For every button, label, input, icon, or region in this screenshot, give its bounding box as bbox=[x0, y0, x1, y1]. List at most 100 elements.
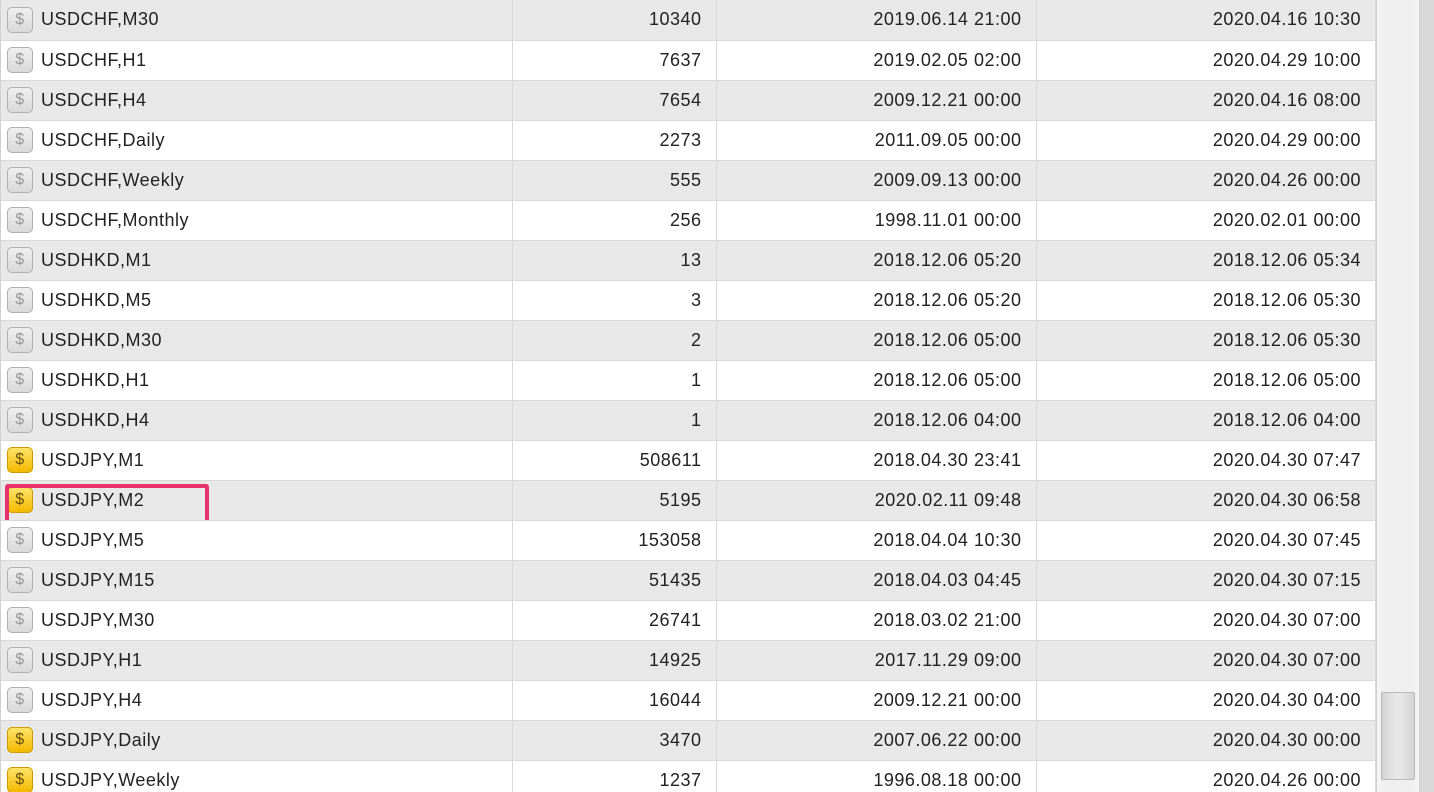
to-date-cell: 2020.04.30 07:47 bbox=[1036, 440, 1376, 480]
to-date-cell: 2020.04.16 08:00 bbox=[1036, 80, 1376, 120]
table-row[interactable]: $USDCHF,Daily22732011.09.05 00:002020.04… bbox=[1, 120, 1376, 160]
symbol-cell[interactable]: $USDJPY,M2 bbox=[1, 480, 512, 520]
to-date-cell: 2020.04.26 00:00 bbox=[1036, 160, 1376, 200]
table-row[interactable]: $USDHKD,M1132018.12.06 05:202018.12.06 0… bbox=[1, 240, 1376, 280]
symbol-cell[interactable]: $USDJPY,M1 bbox=[1, 440, 512, 480]
currency-icon: $ bbox=[7, 247, 33, 273]
to-date-cell: 2020.04.30 07:45 bbox=[1036, 520, 1376, 560]
table-row[interactable]: $USDJPY,M51530582018.04.04 10:302020.04.… bbox=[1, 520, 1376, 560]
table-row[interactable]: $USDCHF,H476542009.12.21 00:002020.04.16… bbox=[1, 80, 1376, 120]
symbol-label: USDHKD,H4 bbox=[41, 410, 150, 431]
table-row[interactable]: $USDHKD,H412018.12.06 04:002018.12.06 04… bbox=[1, 400, 1376, 440]
symbol-cell[interactable]: $USDCHF,H1 bbox=[1, 40, 512, 80]
to-date-cell: 2018.12.06 05:30 bbox=[1036, 320, 1376, 360]
symbol-cell[interactable]: $USDJPY,Weekly bbox=[1, 760, 512, 792]
table-row[interactable]: $USDHKD,M532018.12.06 05:202018.12.06 05… bbox=[1, 280, 1376, 320]
currency-icon: $ bbox=[7, 767, 33, 792]
symbol-label: USDCHF,H1 bbox=[41, 50, 147, 71]
symbol-cell[interactable]: $USDJPY,Daily bbox=[1, 720, 512, 760]
from-date-cell: 2018.04.04 10:30 bbox=[716, 520, 1036, 560]
table-row[interactable]: $USDJPY,M251952020.02.11 09:482020.04.30… bbox=[1, 480, 1376, 520]
to-date-cell: 2018.12.06 05:34 bbox=[1036, 240, 1376, 280]
symbol-label: USDCHF,H4 bbox=[41, 90, 147, 111]
from-date-cell: 2018.04.30 23:41 bbox=[716, 440, 1036, 480]
currency-icon: $ bbox=[7, 687, 33, 713]
from-date-cell: 2019.06.14 21:00 bbox=[716, 0, 1036, 40]
from-date-cell: 2019.02.05 02:00 bbox=[716, 40, 1036, 80]
table-row[interactable]: $USDCHF,M30103402019.06.14 21:002020.04.… bbox=[1, 0, 1376, 40]
symbol-cell[interactable]: $USDHKD,M5 bbox=[1, 280, 512, 320]
to-date-cell: 2020.04.16 10:30 bbox=[1036, 0, 1376, 40]
vertical-scrollbar[interactable] bbox=[1376, 0, 1420, 792]
to-date-cell: 2020.04.30 07:00 bbox=[1036, 640, 1376, 680]
symbol-cell[interactable]: $ USDHKD,M1 bbox=[1, 240, 512, 280]
records-cell: 2273 bbox=[512, 120, 716, 160]
table-row[interactable]: $USDJPY,H4160442009.12.21 00:002020.04.3… bbox=[1, 680, 1376, 720]
currency-icon: $ bbox=[7, 367, 33, 393]
symbol-label: USDHKD,M1 bbox=[41, 250, 152, 271]
to-date-cell: 2020.04.30 06:58 bbox=[1036, 480, 1376, 520]
records-cell: 508611 bbox=[512, 440, 716, 480]
table-row[interactable]: $USDHKD,M3022018.12.06 05:002018.12.06 0… bbox=[1, 320, 1376, 360]
table-row[interactable]: $USDJPY,Weekly12371996.08.18 00:002020.0… bbox=[1, 760, 1376, 792]
records-cell: 1 bbox=[512, 360, 716, 400]
currency-icon: $ bbox=[7, 647, 33, 673]
symbol-cell[interactable]: $USDJPY,H4 bbox=[1, 680, 512, 720]
symbol-cell[interactable]: $USDJPY,M15 bbox=[1, 560, 512, 600]
table-row[interactable]: $USDJPY,M15086112018.04.30 23:412020.04.… bbox=[1, 440, 1376, 480]
symbol-cell[interactable]: $USDCHF,H4 bbox=[1, 80, 512, 120]
from-date-cell: 2018.12.06 05:20 bbox=[716, 280, 1036, 320]
currency-icon: $ bbox=[7, 407, 33, 433]
history-table[interactable]: $USDCHF,M30103402019.06.14 21:002020.04.… bbox=[0, 0, 1376, 792]
records-cell: 3470 bbox=[512, 720, 716, 760]
scrollbar-thumb[interactable] bbox=[1381, 692, 1415, 780]
currency-icon: $ bbox=[7, 127, 33, 153]
symbol-cell[interactable]: $USDJPY,H1 bbox=[1, 640, 512, 680]
currency-icon: $ bbox=[7, 567, 33, 593]
symbol-label: USDHKD,M30 bbox=[41, 330, 162, 351]
to-date-cell: 2018.12.06 04:00 bbox=[1036, 400, 1376, 440]
records-cell: 3 bbox=[512, 280, 716, 320]
table-row[interactable]: $USDJPY,Daily34702007.06.22 00:002020.04… bbox=[1, 720, 1376, 760]
window-edge bbox=[1420, 0, 1434, 792]
scrollbar-track[interactable] bbox=[1385, 0, 1411, 792]
symbol-label: USDJPY,M30 bbox=[41, 610, 155, 631]
symbol-label: USDJPY,Daily bbox=[41, 730, 161, 751]
symbol-cell[interactable]: $USDHKD,H1 bbox=[1, 360, 512, 400]
symbol-label: USDJPY,M5 bbox=[41, 530, 144, 551]
symbol-label: USDCHF,Daily bbox=[41, 130, 165, 151]
from-date-cell: 2011.09.05 00:00 bbox=[716, 120, 1036, 160]
table-row[interactable]: $USDCHF,Monthly2561998.11.01 00:002020.0… bbox=[1, 200, 1376, 240]
from-date-cell: 1996.08.18 00:00 bbox=[716, 760, 1036, 792]
symbol-cell[interactable]: $USDCHF,M30 bbox=[1, 0, 512, 40]
from-date-cell: 2018.03.02 21:00 bbox=[716, 600, 1036, 640]
from-date-cell: 2018.12.06 04:00 bbox=[716, 400, 1036, 440]
from-date-cell: 2018.12.06 05:00 bbox=[716, 360, 1036, 400]
to-date-cell: 2018.12.06 05:00 bbox=[1036, 360, 1376, 400]
symbol-label: USDJPY,M2 bbox=[41, 490, 144, 511]
table-row[interactable]: $USDJPY,M15514352018.04.03 04:452020.04.… bbox=[1, 560, 1376, 600]
symbol-cell[interactable]: $USDCHF,Weekly bbox=[1, 160, 512, 200]
from-date-cell: 2007.06.22 00:00 bbox=[716, 720, 1036, 760]
table-row[interactable]: $USDJPY,M30267412018.03.02 21:002020.04.… bbox=[1, 600, 1376, 640]
symbol-cell[interactable]: $USDJPY,M5 bbox=[1, 520, 512, 560]
table-row[interactable]: $USDHKD,H112018.12.06 05:002018.12.06 05… bbox=[1, 360, 1376, 400]
to-date-cell: 2020.04.30 07:00 bbox=[1036, 600, 1376, 640]
from-date-cell: 2009.12.21 00:00 bbox=[716, 80, 1036, 120]
records-cell: 2 bbox=[512, 320, 716, 360]
symbol-label: USDHKD,M5 bbox=[41, 290, 152, 311]
from-date-cell: 2017.11.29 09:00 bbox=[716, 640, 1036, 680]
records-cell: 10340 bbox=[512, 0, 716, 40]
table-row[interactable]: $USDCHF,Weekly5552009.09.13 00:002020.04… bbox=[1, 160, 1376, 200]
symbol-cell[interactable]: $USDHKD,M30 bbox=[1, 320, 512, 360]
table-row[interactable]: $USDJPY,H1149252017.11.29 09:002020.04.3… bbox=[1, 640, 1376, 680]
currency-icon: $ bbox=[7, 167, 33, 193]
symbol-cell[interactable]: $USDCHF,Monthly bbox=[1, 200, 512, 240]
from-date-cell: 2009.12.21 00:00 bbox=[716, 680, 1036, 720]
symbol-cell[interactable]: $ USDHKD,H4 bbox=[1, 400, 512, 440]
records-cell: 1237 bbox=[512, 760, 716, 792]
symbol-cell[interactable]: $ USDCHF,Daily bbox=[1, 120, 512, 160]
symbol-cell[interactable]: $USDJPY,M30 bbox=[1, 600, 512, 640]
from-date-cell: 1998.11.01 00:00 bbox=[716, 200, 1036, 240]
table-row[interactable]: $USDCHF,H176372019.02.05 02:002020.04.29… bbox=[1, 40, 1376, 80]
